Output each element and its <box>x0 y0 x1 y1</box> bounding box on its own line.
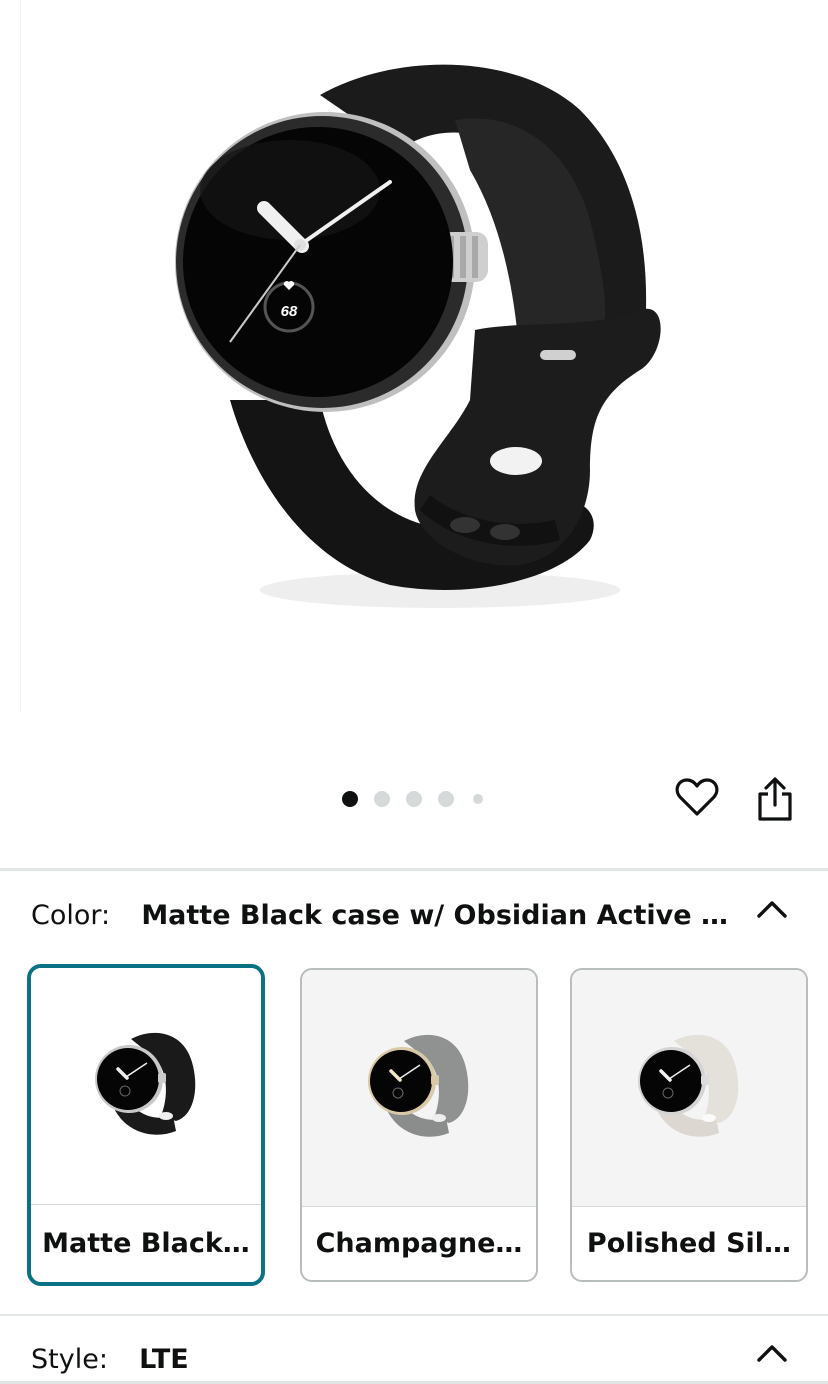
color-label: Color: <box>31 900 111 931</box>
pagination-dot[interactable] <box>342 791 358 807</box>
swatch-label: Champagne… <box>315 1228 523 1259</box>
swatch-image <box>572 970 806 1206</box>
watch-thumbnail <box>368 1034 469 1137</box>
wishlist-button[interactable] <box>672 772 722 822</box>
watch-thumbnail <box>638 1034 739 1137</box>
pagination-dot[interactable] <box>473 794 483 804</box>
section-divider <box>0 1314 828 1316</box>
swatch-label: Matte Black… <box>42 1228 250 1259</box>
pagination-dot[interactable] <box>406 791 422 807</box>
color-option-polished-silver[interactable]: Polished Sil… <box>570 968 808 1282</box>
chevron-up-icon[interactable] <box>752 894 792 924</box>
color-row[interactable]: Color: Matte Black case w/ Obsidian Acti… <box>31 900 728 931</box>
pagination-dot[interactable] <box>374 791 390 807</box>
watch-face-reading: 68 <box>281 303 298 320</box>
swatch-image <box>302 970 536 1206</box>
section-divider <box>0 868 828 871</box>
watch-thumbnail <box>95 1032 196 1135</box>
style-value: LTE <box>139 1344 189 1375</box>
watch-illustration: 68 <box>175 64 661 608</box>
swatch-image <box>31 968 261 1204</box>
swatch-label: Polished Sil… <box>586 1228 792 1259</box>
product-image[interactable]: 68 <box>0 0 828 760</box>
image-pagination <box>340 791 500 807</box>
heart-icon <box>675 778 719 816</box>
share-icon <box>758 777 792 821</box>
color-value: Matte Black case w/ Obsidian Active … <box>141 900 728 931</box>
style-label: Style: <box>31 1344 108 1375</box>
share-button[interactable] <box>750 774 800 824</box>
color-option-champagne[interactable]: Champagne… <box>300 968 538 1282</box>
chevron-up-icon[interactable] <box>752 1338 792 1368</box>
pagination-dot[interactable] <box>438 791 454 807</box>
style-row[interactable]: Style: LTE <box>31 1344 189 1375</box>
color-option-matte-black[interactable]: Matte Black… <box>27 964 265 1286</box>
